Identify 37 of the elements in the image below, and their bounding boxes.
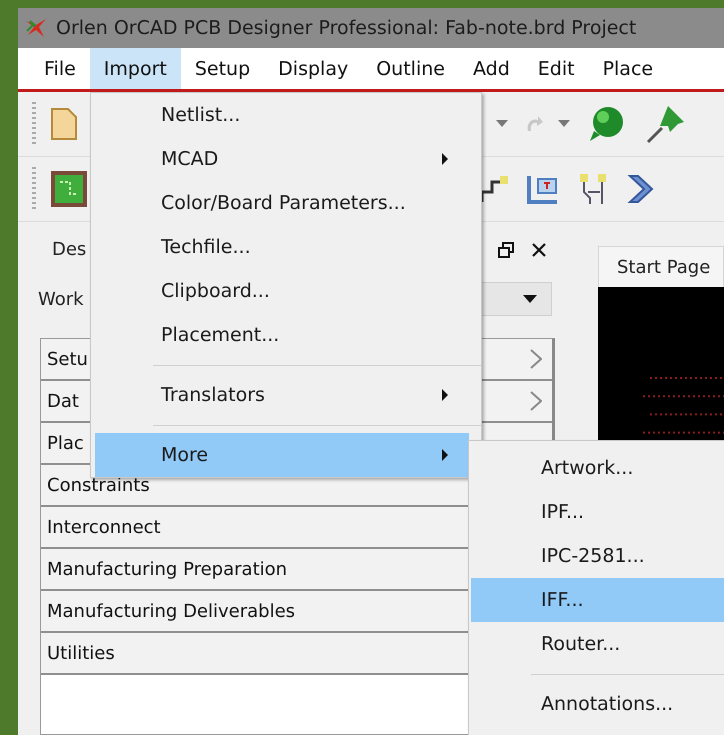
menu-bar-item[interactable]: Display	[264, 48, 362, 89]
restore-icon[interactable]	[498, 242, 514, 258]
menu-item[interactable]: Color/Board Parameters...	[95, 181, 469, 225]
dropdown-arrow-icon[interactable]	[496, 120, 508, 128]
close-icon[interactable]	[532, 242, 546, 256]
menu-item[interactable]: Netlist...	[95, 93, 469, 137]
workspace-label: Work	[38, 288, 84, 310]
menu-bar-item[interactable]: Edit	[524, 48, 589, 89]
document-tab[interactable]: Start Page	[598, 246, 724, 287]
dropdown-arrow-icon	[523, 295, 537, 303]
menu-item[interactable]: Translators	[95, 373, 469, 417]
menu-item[interactable]: Clipboard...	[95, 269, 469, 313]
menu-item[interactable]: IFF...	[471, 578, 724, 622]
new-file-icon[interactable]	[50, 107, 78, 141]
menu-item[interactable]: Annotations...	[471, 682, 724, 726]
window-title: Orlen OrCAD PCB Designer Professional: Fab-note.brd Project	[56, 17, 636, 39]
pushpin-icon[interactable]	[646, 104, 686, 144]
panel-tab[interactable]: Des	[52, 239, 86, 260]
menu-item[interactable]: Placement...	[95, 313, 469, 357]
globe-icon[interactable]	[588, 105, 626, 143]
menu-bar-item[interactable]: Add	[458, 48, 524, 89]
app-logo-icon	[24, 17, 48, 39]
submenu-arrow-icon	[441, 389, 449, 401]
dropdown-arrow-icon[interactable]	[558, 120, 570, 128]
menu-bar-item[interactable]: File	[30, 48, 90, 89]
menu-bar-item[interactable]: Outline	[362, 48, 459, 89]
submenu-arrow-icon	[441, 153, 449, 165]
menu-item[interactable]: More	[95, 433, 469, 477]
submenu-arrow-icon	[441, 449, 449, 461]
menu-item[interactable]: Techfile...	[95, 225, 469, 269]
menu-bar-item[interactable]: Setup	[180, 48, 264, 89]
board-icon[interactable]	[50, 170, 88, 208]
layout-icon[interactable]	[526, 173, 560, 205]
menu-bar-item[interactable]: Place	[588, 48, 668, 89]
menu-item[interactable]: MCAD	[95, 137, 469, 181]
menu-bar-item[interactable]: Import	[90, 48, 181, 89]
route-icon[interactable]	[480, 174, 510, 204]
